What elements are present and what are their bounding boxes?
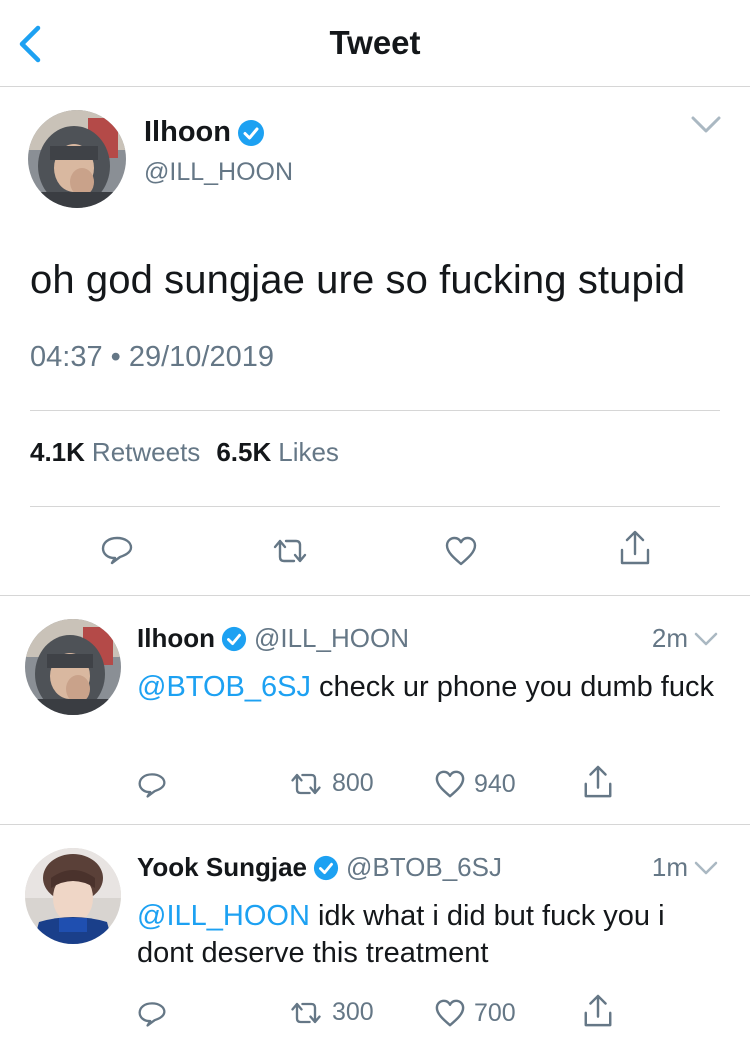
chevron-down-icon[interactable] (694, 860, 718, 876)
tweet-date: 29/10/2019 (128, 341, 275, 373)
like-button[interactable]: 700 (434, 998, 516, 1028)
tweet-text: oh god sungjae ure so fucking stupid (30, 258, 686, 302)
mention-link[interactable]: @BTOB_6SJ (137, 671, 311, 703)
page-title: Tweet (329, 24, 421, 61)
share-icon[interactable] (618, 530, 652, 566)
author-handle[interactable]: @ILL_HOON (144, 158, 293, 187)
reply-header: Yook Sungjae @BTOB_6SJ (137, 852, 502, 883)
reply-text: @ILL_HOON idk what i did but fuck you i … (137, 898, 727, 972)
retweet-icon (291, 1002, 321, 1023)
avatar[interactable] (25, 619, 121, 715)
mention-link[interactable]: @ILL_HOON (137, 900, 310, 932)
retweets-label[interactable]: Retweets (92, 437, 200, 468)
retweet-icon (291, 773, 321, 794)
tweet-stats: 4.1K Retweets 6.5K Likes (30, 437, 355, 468)
reply-time: 2m (651, 623, 688, 653)
reply-button[interactable] (137, 1000, 167, 1028)
author-name[interactable]: Yook Sungjae (137, 852, 307, 883)
retweet-button[interactable]: 300 (288, 998, 374, 1027)
reply-time: 1m (651, 852, 688, 882)
author-name[interactable]: Ilhoon (144, 116, 231, 149)
likes-label[interactable]: Likes (278, 437, 339, 468)
tweet-timestamp: 04:37 • 29/10/2019 (30, 341, 274, 374)
chevron-down-icon[interactable] (690, 114, 722, 136)
avatar[interactable] (25, 848, 121, 944)
verified-badge-icon (237, 119, 264, 146)
verified-badge-icon (313, 855, 339, 880)
like-count: 700 (474, 998, 516, 1027)
retweet-count: 300 (332, 998, 374, 1026)
main-tweet: Ilhoon @ILL_HOON oh god sungjae ure so f… (0, 88, 750, 596)
reply-text: @BTOB_6SJ check ur phone you dumb fuck (137, 669, 727, 706)
reply-icon (138, 773, 166, 798)
timestamp-separator: • (110, 341, 121, 373)
reply-header: Ilhoon @ILL_HOON (137, 623, 409, 654)
share-button[interactable] (582, 994, 614, 1028)
retweet-icon[interactable] (270, 537, 310, 565)
like-icon[interactable] (444, 535, 478, 567)
reply-icon[interactable] (100, 535, 134, 565)
reply-button[interactable] (137, 771, 167, 799)
like-count: 940 (474, 769, 516, 798)
author-name-row: Ilhoon (144, 116, 265, 149)
avatar[interactable] (28, 110, 126, 208)
divider (30, 410, 720, 411)
reply-tweet[interactable]: Yook Sungjae @BTOB_6SJ 1m @ILL_HOON idk … (0, 826, 750, 1046)
nav-bar: Tweet (0, 0, 750, 87)
divider (30, 506, 720, 507)
reply-tweet[interactable]: Ilhoon @ILL_HOON 2m @BTOB_6SJ check ur p… (0, 597, 750, 825)
like-button[interactable]: 940 (434, 769, 516, 799)
author-name[interactable]: Ilhoon (137, 623, 215, 654)
reply-icon (138, 1002, 166, 1027)
reply-body: check ur phone you dumb fuck (310, 671, 714, 703)
chevron-down-icon[interactable] (694, 631, 718, 647)
retweets-count[interactable]: 4.1K (30, 437, 85, 468)
likes-count[interactable]: 6.5K (216, 437, 271, 468)
tweet-time: 04:37 (30, 341, 103, 373)
retweet-count: 800 (332, 769, 374, 797)
like-icon (435, 770, 465, 798)
retweet-button[interactable]: 800 (288, 769, 374, 798)
author-handle[interactable]: @BTOB_6SJ (346, 852, 502, 883)
verified-badge-icon (221, 626, 247, 651)
share-button[interactable] (582, 765, 614, 799)
share-icon (584, 994, 612, 1027)
share-icon (584, 765, 612, 798)
like-icon (435, 999, 465, 1027)
author-handle[interactable]: @ILL_HOON (254, 623, 409, 654)
